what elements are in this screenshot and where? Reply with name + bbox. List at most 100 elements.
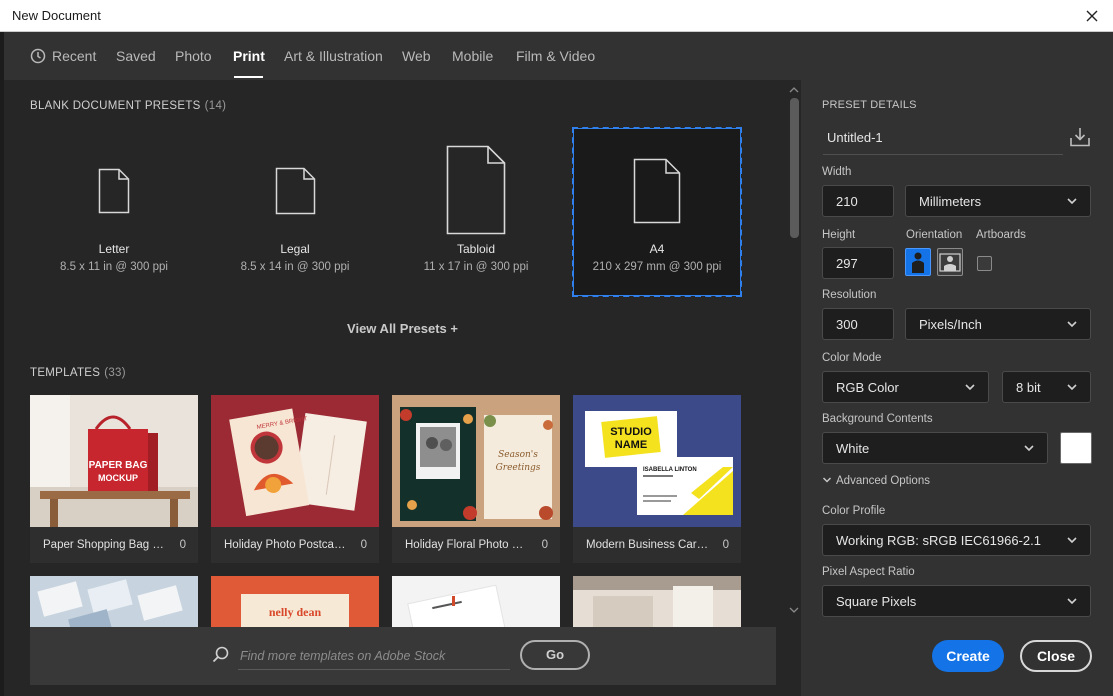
background-contents-label: Background Contents: [822, 413, 933, 425]
color-mode-label: Color Mode: [822, 352, 882, 364]
width-unit-value: Millimeters: [919, 194, 982, 209]
scroll-up-icon[interactable]: [787, 84, 801, 96]
chevron-down-icon: [1067, 598, 1077, 605]
template-name: Holiday Floral Photo Car...: [405, 539, 530, 551]
save-preset-icon[interactable]: [1069, 126, 1091, 148]
tab-photo[interactable]: Photo: [175, 48, 212, 64]
svg-text:STUDIO: STUDIO: [610, 426, 652, 438]
preset-tabloid[interactable]: Tabloid 11 x 17 in @ 300 ppi: [392, 128, 560, 296]
color-profile-dropdown[interactable]: Working RGB: sRGB IEC61966-2.1: [822, 524, 1091, 556]
preset-desc: 11 x 17 in @ 300 ppi: [423, 261, 529, 273]
artboards-label: Artboards: [976, 229, 1026, 241]
preset-details-panel: PRESET DETAILS Untitled-1 Width 210 Mill…: [801, 80, 1113, 696]
template-name: Modern Business Card L...: [586, 539, 711, 551]
template-modern-business-card[interactable]: STUDIO NAME ISABELLA LINTON Modern Busin…: [573, 395, 741, 563]
stock-search-input[interactable]: [238, 643, 510, 670]
background-color-swatch[interactable]: [1060, 432, 1092, 464]
svg-text:ISABELLA LINTON: ISABELLA LINTON: [643, 467, 697, 473]
preset-desc: 8.5 x 11 in @ 300 ppi: [59, 261, 168, 273]
width-input[interactable]: 210: [822, 185, 894, 217]
preset-name: Letter: [98, 242, 130, 256]
template-paper-bag[interactable]: PAPER BAG MOCKUP Paper Shopping Bag Mo..…: [30, 395, 198, 563]
width-label: Width: [822, 166, 852, 178]
tab-film-video[interactable]: Film & Video: [516, 48, 595, 64]
tab-recent[interactable]: Recent: [30, 48, 96, 64]
scroll-down-icon[interactable]: [787, 604, 801, 616]
advanced-options-toggle[interactable]: Advanced Options: [822, 475, 930, 487]
document-name-field[interactable]: Untitled-1: [823, 126, 1063, 155]
tab-web[interactable]: Web: [402, 48, 431, 64]
scrollbar-thumb[interactable]: [790, 98, 799, 238]
color-mode-value: RGB Color: [836, 380, 899, 395]
background-contents-value: White: [836, 441, 870, 456]
template-row2-text: nelly dean: [269, 605, 322, 619]
template-count: 0: [541, 539, 548, 551]
chevron-down-icon: [1067, 321, 1077, 328]
chevron-down-icon: [1024, 445, 1034, 452]
bit-depth-value: 8 bit: [1016, 380, 1041, 395]
pixel-aspect-ratio-label: Pixel Aspect Ratio: [822, 566, 915, 578]
svg-text:PAPER BAG: PAPER BAG: [89, 460, 148, 471]
svg-text:NAME: NAME: [615, 439, 647, 451]
tab-print[interactable]: Print: [233, 48, 265, 64]
template-count: 0: [360, 539, 367, 551]
chevron-down-icon: [1067, 384, 1077, 391]
active-tab-underline: [234, 76, 263, 78]
width-unit-dropdown[interactable]: Millimeters: [905, 185, 1091, 217]
pixel-aspect-ratio-value: Square Pixels: [836, 594, 917, 609]
close-button[interactable]: Close: [1020, 640, 1092, 672]
tab-recent-label: Recent: [52, 48, 97, 64]
template-thumbnail: Season's Greetings: [392, 395, 560, 527]
window-close-icon[interactable]: [1081, 5, 1103, 27]
tab-saved[interactable]: Saved: [116, 48, 156, 64]
svg-text:Greetings: Greetings: [496, 463, 541, 473]
resolution-input[interactable]: 300: [822, 308, 894, 340]
view-all-presets-link[interactable]: View All Presets +: [4, 321, 801, 336]
height-input[interactable]: 297: [822, 247, 894, 279]
tab-art-illustration[interactable]: Art & Illustration: [284, 48, 383, 64]
resolution-unit-value: Pixels/Inch: [919, 317, 982, 332]
template-name: Paper Shopping Bag Mo...: [43, 539, 168, 551]
preset-name: A4: [649, 242, 665, 256]
preset-details-title: PRESET DETAILS: [822, 99, 917, 111]
preset-a4[interactable]: A4 210 x 297 mm @ 300 ppi: [572, 127, 742, 297]
background-contents-dropdown[interactable]: White: [822, 432, 1048, 464]
template-count: 0: [722, 539, 729, 551]
chevron-down-icon: [1067, 198, 1077, 205]
portrait-button[interactable]: [905, 248, 931, 276]
height-label: Height: [822, 229, 856, 241]
preset-legal[interactable]: Legal 8.5 x 14 in @ 300 ppi: [211, 128, 379, 296]
color-mode-dropdown[interactable]: RGB Color: [822, 371, 989, 403]
width-value: 210: [836, 194, 858, 209]
preset-letter[interactable]: Letter 8.5 x 11 in @ 300 ppi: [30, 128, 198, 296]
resolution-value: 300: [836, 317, 858, 332]
preset-name: Legal: [280, 242, 310, 256]
templates-title: TEMPLATES: [30, 367, 101, 379]
template-caption: Holiday Photo Postcard... 0: [211, 527, 379, 563]
document-icon: [211, 167, 379, 215]
template-name: Holiday Photo Postcard...: [224, 539, 349, 551]
preset-desc: 210 x 297 mm @ 300 ppi: [592, 261, 722, 273]
height-value: 297: [836, 256, 858, 271]
template-holiday-floral[interactable]: Season's Greetings Holiday Floral Photo …: [392, 395, 560, 563]
template-thumbnail: MERRY & BRIGHT: [211, 395, 379, 527]
go-button[interactable]: Go: [520, 640, 590, 670]
presets-section-title: BLANK DOCUMENT PRESETS (14): [30, 100, 226, 112]
presets-scrollbar[interactable]: [787, 80, 801, 696]
chevron-down-icon: [822, 477, 832, 483]
landscape-button[interactable]: [937, 248, 963, 276]
artboards-checkbox[interactable]: [977, 256, 992, 271]
bit-depth-dropdown[interactable]: 8 bit: [1002, 371, 1091, 403]
tab-mobile[interactable]: Mobile: [452, 48, 493, 64]
document-icon: [30, 168, 198, 214]
template-holiday-postcard[interactable]: MERRY & BRIGHT Holiday Photo Postcard...…: [211, 395, 379, 563]
resolution-unit-dropdown[interactable]: Pixels/Inch: [905, 308, 1091, 340]
chevron-down-icon: [965, 384, 975, 391]
template-count: 0: [179, 539, 186, 551]
preset-desc: 8.5 x 14 in @ 300 ppi: [240, 261, 350, 273]
svg-text:MOCKUP: MOCKUP: [98, 473, 138, 483]
template-caption: Modern Business Card L... 0: [573, 527, 741, 563]
create-button[interactable]: Create: [932, 640, 1004, 672]
pixel-aspect-ratio-dropdown[interactable]: Square Pixels: [822, 585, 1091, 617]
window-title: New Document: [12, 8, 101, 23]
